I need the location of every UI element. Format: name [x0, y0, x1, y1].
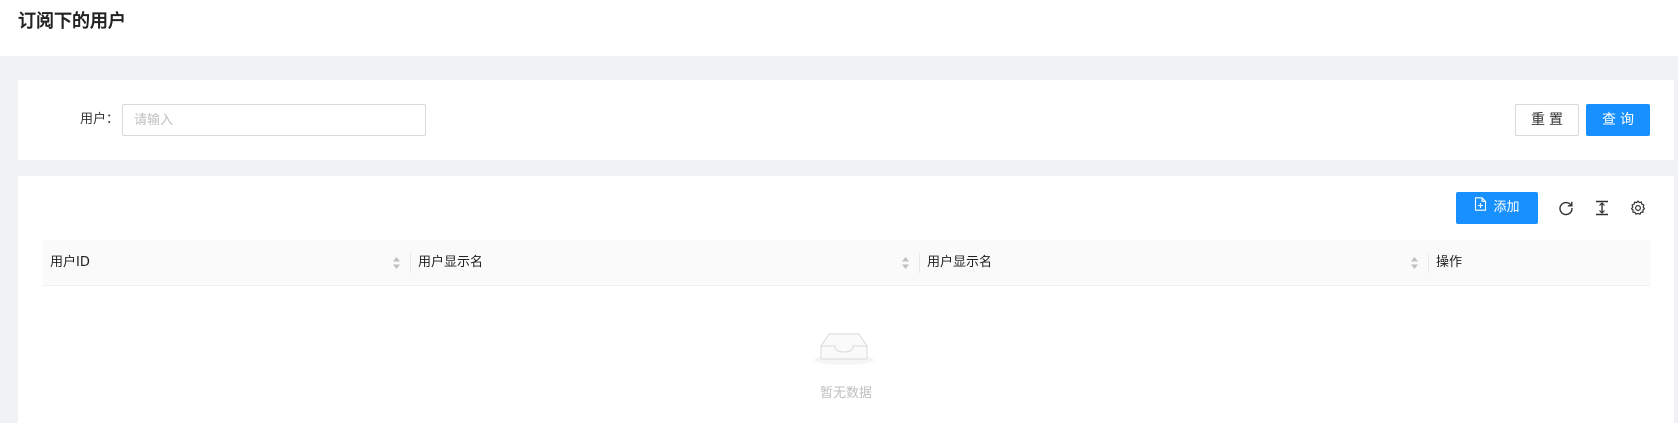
column-label: 用户显示名: [927, 255, 993, 270]
sort-icon[interactable]: [392, 256, 401, 270]
setting-icon[interactable]: [1628, 198, 1648, 218]
empty-text: 暂无数据: [819, 386, 872, 401]
column-label: 操作: [1436, 255, 1463, 270]
column-header-display-name[interactable]: 用户显示名: [410, 240, 919, 286]
sort-icon[interactable]: [901, 256, 910, 270]
empty-inbox-icon: [814, 333, 874, 365]
file-add-icon: [1474, 193, 1487, 223]
reset-button[interactable]: 重置: [1515, 104, 1579, 136]
query-button[interactable]: 查询: [1586, 104, 1650, 136]
page-header: 订阅下的用户: [0, 0, 1678, 56]
empty-state: 暂无数据: [18, 326, 1674, 416]
column-header-user-id[interactable]: 用户ID: [42, 240, 410, 286]
add-button-label: 添加: [1493, 200, 1520, 215]
column-label: 用户ID: [50, 255, 90, 270]
user-search-input[interactable]: [122, 104, 426, 136]
column-height-icon[interactable]: [1592, 198, 1612, 218]
column-label: 用户显示名: [418, 255, 484, 270]
search-form: 用户： 重置 查询: [18, 80, 1674, 160]
scrollbar-track[interactable]: [1674, 56, 1678, 423]
column-header-actions: 操作: [1428, 240, 1650, 286]
column-header-display-name-2[interactable]: 用户显示名: [919, 240, 1428, 286]
user-label: 用户：: [80, 112, 120, 127]
table-card: 添加 用户ID 用户显示名 用户显示名 操作 暂无数据: [18, 176, 1674, 423]
reload-icon[interactable]: [1556, 198, 1576, 218]
table-header: 用户ID 用户显示名 用户显示名 操作: [42, 240, 1650, 286]
page-title: 订阅下的用户: [18, 11, 126, 32]
add-button[interactable]: 添加: [1456, 192, 1538, 224]
sort-icon[interactable]: [1410, 256, 1419, 270]
